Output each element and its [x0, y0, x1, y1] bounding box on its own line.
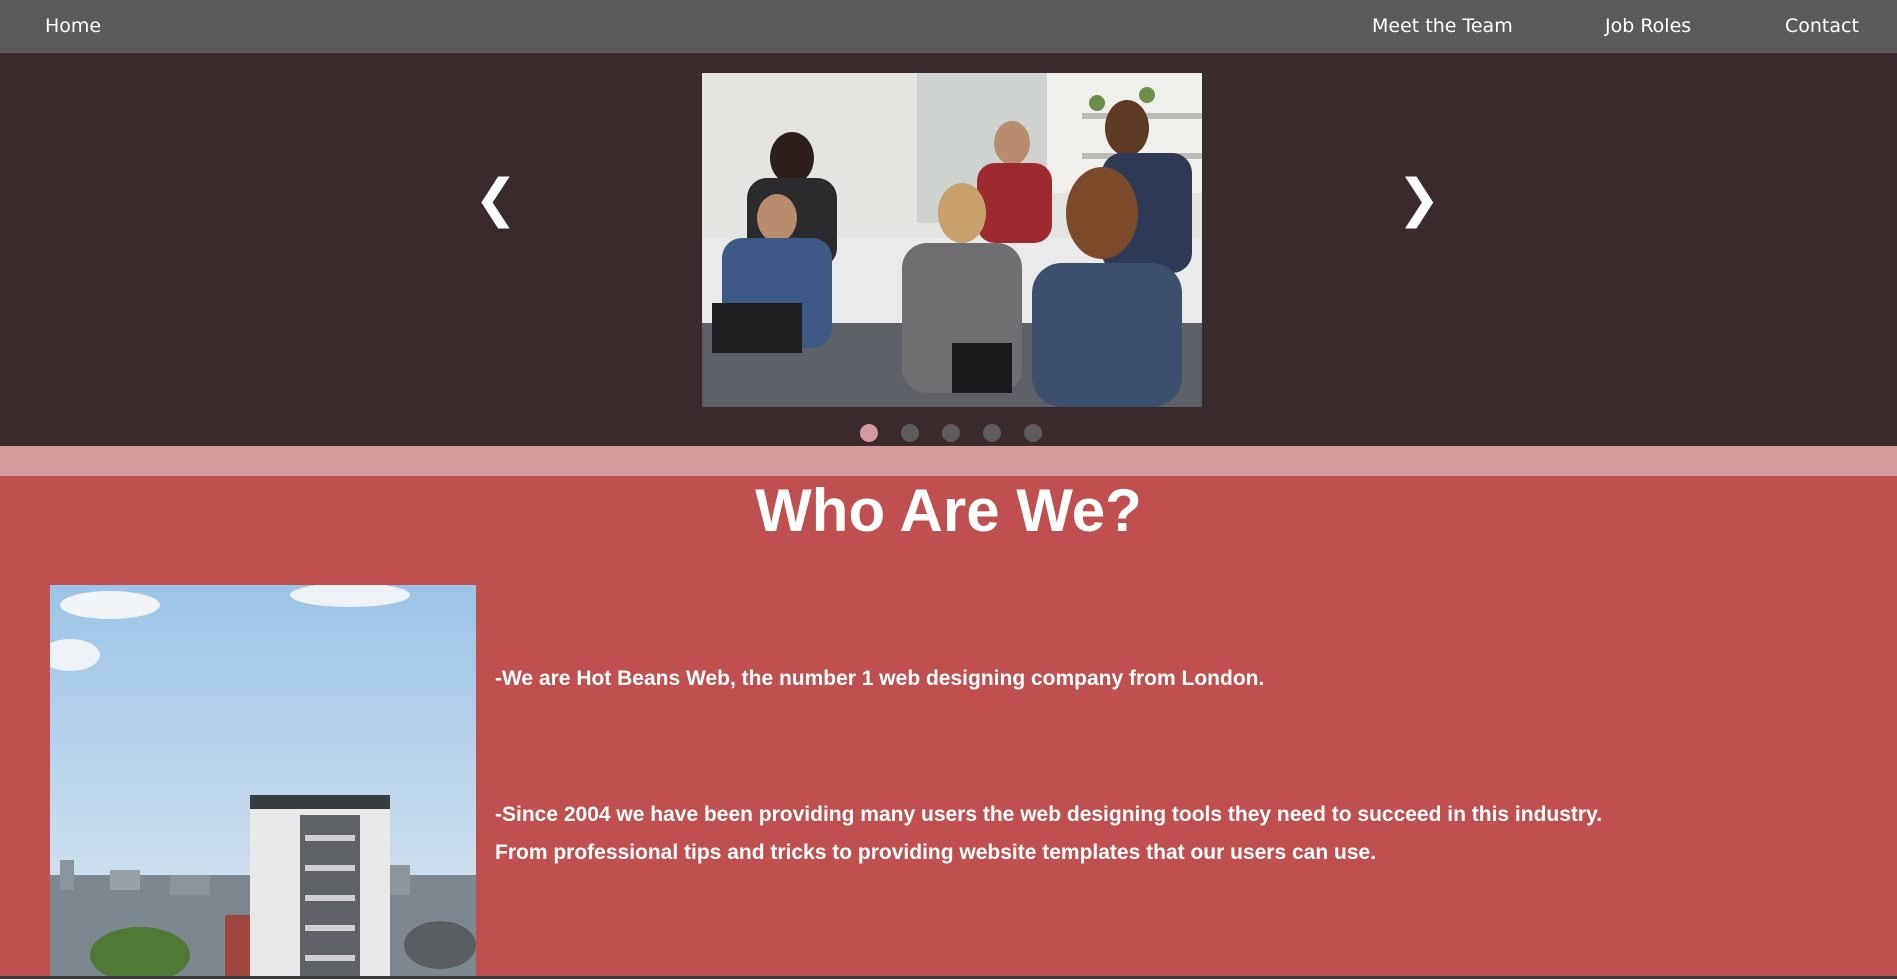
carousel-dot-3[interactable]: [942, 424, 960, 442]
divider-band: [0, 446, 1897, 476]
carousel-prev-arrow[interactable]: ❮: [474, 169, 518, 229]
office-building-photo: [50, 585, 476, 979]
nav-home-link[interactable]: Home: [45, 14, 101, 38]
carousel-slide-image: [702, 73, 1202, 407]
about-paragraph-2-line-1: -Since 2004 we have been providing many …: [495, 803, 1603, 826]
carousel-dot-4[interactable]: [983, 424, 1001, 442]
nav-job-roles-link[interactable]: Job Roles: [1605, 14, 1691, 38]
image-carousel: ❮ ❯: [0, 53, 1897, 446]
about-paragraph-2-line-2: From professional tips and tricks to pro…: [495, 841, 1377, 864]
nav-meet-team-link[interactable]: Meet the Team: [1372, 14, 1513, 38]
carousel-next-arrow[interactable]: ❯: [1397, 169, 1441, 229]
carousel-dot-2[interactable]: [901, 424, 919, 442]
section-heading: Who Are We?: [755, 477, 1142, 544]
top-navigation: Home Meet the Team Job Roles Contact: [0, 0, 1897, 53]
carousel-dot-5[interactable]: [1024, 424, 1042, 442]
building-image: [50, 585, 476, 979]
about-paragraph-1: -We are Hot Beans Web, the number 1 web …: [495, 667, 1265, 690]
about-section: Who Are We? -We are Hot Beans Web, the n…: [0, 476, 1897, 979]
nav-contact-link[interactable]: Contact: [1785, 14, 1859, 38]
about-paragraph-2: -Since 2004 we have been providing many …: [495, 796, 1602, 872]
carousel-dot-1[interactable]: [860, 424, 878, 442]
team-meeting-photo: [702, 73, 1202, 407]
